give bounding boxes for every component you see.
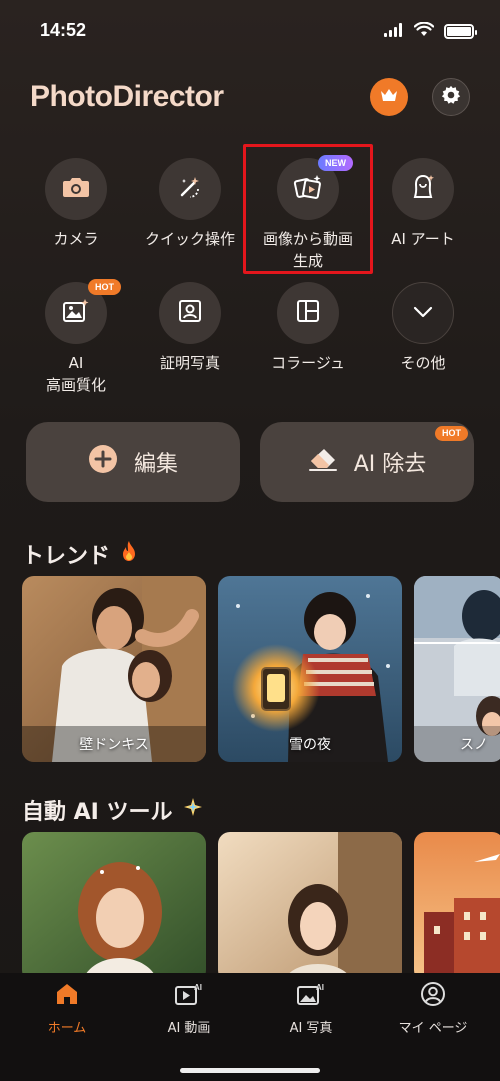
tab-label: マイ ページ: [398, 1021, 468, 1036]
highlight-box: [243, 144, 373, 274]
tool-label: AI アート: [391, 230, 455, 248]
crown-icon: [379, 87, 399, 107]
edit-label: 編集: [133, 452, 178, 477]
tool-label: 証明写真: [159, 354, 220, 372]
ai-art-icon: [410, 173, 436, 205]
gear-icon: [440, 84, 462, 110]
city-photo: [414, 832, 500, 982]
auto-ai-card[interactable]: [414, 832, 500, 982]
auto-ai-card-row: [22, 832, 500, 982]
id-photo-icon: [177, 298, 203, 328]
ai-photo-icon: AI: [296, 981, 326, 1011]
ai-remove-button[interactable]: HOT AI 除去: [260, 422, 474, 502]
eraser-icon: [308, 446, 338, 478]
tool-camera[interactable]: カメラ: [16, 158, 136, 250]
profile-icon: [420, 981, 446, 1011]
svg-text:AI: AI: [316, 983, 324, 992]
trend-card-row: 壁ドンキス 雪の夜 スノ: [22, 576, 500, 762]
auto-ai-card[interactable]: [218, 832, 402, 982]
plus-icon: [88, 444, 118, 480]
tool-label: カメラ: [53, 230, 99, 248]
tool-more[interactable]: その他: [363, 282, 483, 374]
tool-label: その他: [400, 354, 446, 372]
tool-collage[interactable]: コラージュ: [248, 282, 368, 374]
trend-title: トレンド: [22, 544, 111, 569]
tool-id-photo[interactable]: 証明写真: [130, 282, 250, 374]
wifi-icon: [413, 21, 435, 41]
status-bar: 14:52: [0, 0, 500, 60]
battery-icon: [444, 24, 477, 39]
tab-ai-video[interactable]: AI AI 動画: [134, 981, 244, 1036]
tab-ai-photo[interactable]: AI AI 写真: [256, 981, 366, 1036]
svg-text:AI: AI: [194, 983, 202, 992]
auto-ai-title: 自動 AI ツール: [22, 800, 173, 825]
tab-my-page[interactable]: マイ ページ: [378, 981, 488, 1036]
tab-label: AI 写真: [289, 1021, 333, 1036]
camera-icon: [62, 175, 90, 203]
tab-home[interactable]: ホーム: [12, 981, 122, 1036]
trend-card[interactable]: 雪の夜: [218, 576, 402, 762]
edit-button[interactable]: 編集: [26, 422, 240, 502]
tool-label: クイック操作: [144, 230, 235, 248]
tool-ai-art[interactable]: AI アート: [363, 158, 483, 250]
card-label: 壁ドンキス: [79, 737, 149, 753]
tool-label: コラージュ: [271, 354, 345, 372]
app-title: PhotoDirector: [30, 80, 224, 113]
portrait-green-photo: [22, 832, 206, 982]
collage-icon: [295, 298, 321, 328]
tab-label: AI 動画: [167, 1021, 211, 1036]
trend-section-title: トレンド: [22, 538, 138, 570]
status-icons: [384, 21, 477, 41]
tab-bar: ホーム AI AI 動画 AI AI 写真 マイ ページ: [0, 973, 500, 1081]
signal-icon: [384, 22, 404, 41]
tool-label: AI 高画質化: [45, 354, 106, 394]
chevron-down-icon: [412, 304, 434, 323]
card-label: 雪の夜: [289, 737, 331, 753]
trend-card[interactable]: 壁ドンキス: [22, 576, 206, 762]
hot-badge: HOT: [435, 426, 468, 441]
auto-ai-card[interactable]: [22, 832, 206, 982]
premium-button[interactable]: [370, 78, 408, 116]
ai-video-icon: AI: [174, 981, 204, 1011]
portrait-warm-photo: [218, 832, 402, 982]
tool-ai-enhance[interactable]: HOT AI 高画質化: [16, 279, 136, 396]
tab-label: ホーム: [47, 1021, 87, 1036]
home-indicator: [180, 1068, 320, 1073]
fire-icon: [120, 540, 138, 568]
magic-wand-icon: [176, 173, 204, 205]
status-time: 14:52: [40, 20, 87, 40]
enhance-icon: [62, 298, 90, 328]
tool-quick-action[interactable]: クイック操作: [130, 158, 250, 250]
hot-badge: HOT: [88, 279, 121, 295]
home-icon: [54, 981, 80, 1011]
settings-button[interactable]: [432, 78, 470, 116]
ai-remove-label: AI 除去: [353, 452, 427, 477]
card-label: スノ: [460, 737, 488, 753]
sparkle-icon: [183, 797, 203, 823]
auto-ai-section-title: 自動 AI ツール: [22, 794, 203, 826]
trend-card[interactable]: スノ: [414, 576, 500, 762]
app-header: PhotoDirector: [30, 76, 470, 120]
